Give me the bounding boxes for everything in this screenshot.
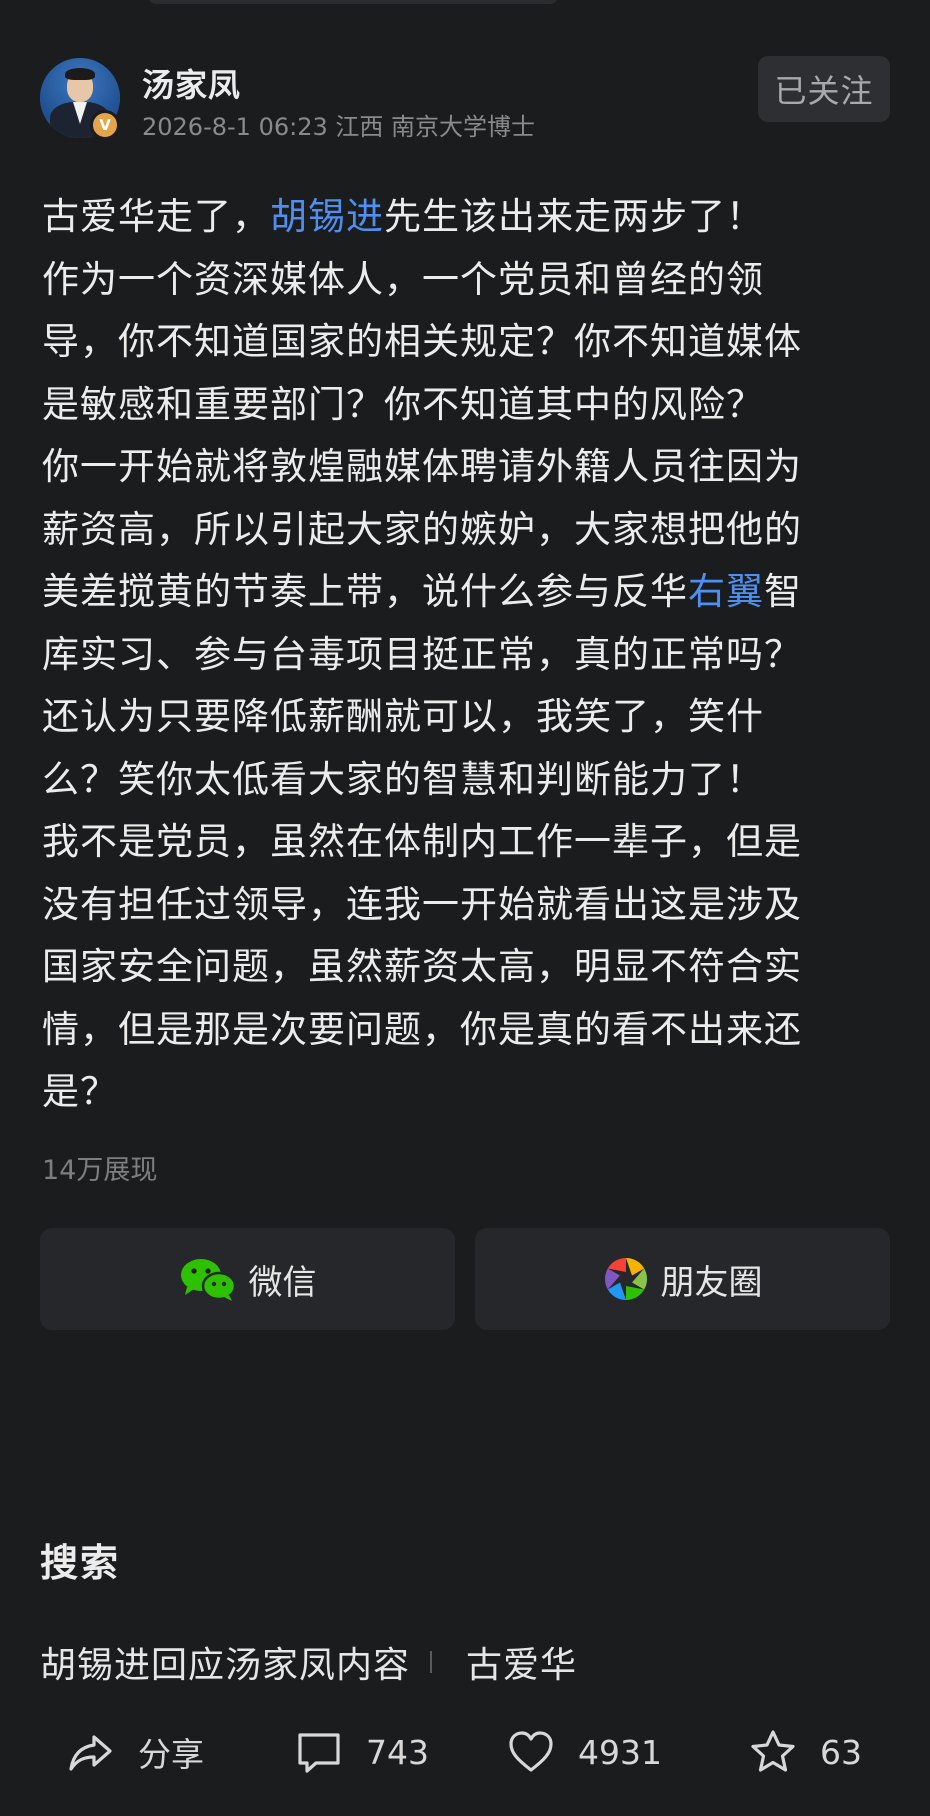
comment-action[interactable]: 743	[294, 1712, 429, 1792]
moments-icon	[604, 1258, 647, 1300]
post-text: 库实习、参与台毒项目挺正常，真的正常吗？	[42, 632, 802, 676]
comment-icon	[298, 1733, 340, 1773]
post-text: 国家安全问题，虽然薪资太高，明显不符合实	[42, 945, 802, 988]
post-text: 没有担任过领导，连我一开始就看出这是涉及	[42, 882, 802, 926]
post-body-line: 古爱华走了，胡锡进先生该出来走两步了！	[42, 186, 892, 249]
post-body-line: 美差搅黄的节奏上带，说什么参与反华右翼智	[42, 561, 892, 624]
favorite-action[interactable]: 63	[748, 1712, 862, 1792]
topic-link[interactable]: 右翼	[688, 570, 764, 613]
share-row: 微信 朋友圈	[40, 1228, 890, 1330]
post-text: 是敏感和重要部门？你不知道其中的风险？	[42, 382, 764, 426]
post-body-line: 情，但是那是次要问题，你是真的看不出来还	[42, 999, 892, 1062]
comment-count: 743	[366, 1732, 429, 1772]
post-body-line: 国家安全问题，虽然薪资太高，明显不符合实	[42, 936, 892, 999]
post-text: 是？	[42, 1070, 118, 1113]
share-moments-label: 朋友圈	[660, 1262, 763, 1303]
topic-link[interactable]: 胡锡进	[270, 195, 384, 238]
share-wechat-label: 微信	[248, 1262, 317, 1303]
share-moments-button[interactable]: 朋友圈	[475, 1228, 890, 1330]
follow-button[interactable]: 已关注	[758, 56, 890, 122]
post-body-line: 是敏感和重要部门？你不知道其中的风险？	[42, 374, 892, 437]
like-action[interactable]: 4931	[506, 1712, 662, 1792]
favorite-count: 63	[820, 1732, 862, 1772]
author-name[interactable]: 汤家凤	[142, 60, 241, 106]
post-text: 古爱华走了，	[42, 195, 270, 238]
wechat-icon	[180, 1259, 236, 1301]
share-action[interactable]: 分享	[66, 1712, 204, 1792]
post-text: 我不是党员，虽然在体制内工作一辈子，但是	[42, 820, 802, 863]
search-suggestion[interactable]: 古爱华	[466, 1636, 577, 1688]
post-body-line: 我不是党员，虽然在体制内工作一辈子，但是	[42, 811, 892, 874]
view-count: 14万展现	[42, 1155, 158, 1186]
search-suggestion[interactable]: 胡锡进回应汤家凤内容	[40, 1636, 410, 1688]
post-body: 古爱华走了，胡锡进先生该出来走两步了！ 作为一个资深媒体人，一个党员和曾经的领 导，…	[42, 186, 892, 1124]
post-text: 作为一个资深媒体人，一个党员和曾经的领	[42, 257, 764, 301]
post-header: V 汤家凤 2026-8-1 06:23 江西 南京大学博士 已关注	[40, 56, 890, 141]
like-count: 4931	[578, 1732, 662, 1772]
share-action-label: 分享	[138, 1735, 204, 1774]
post-text: 导，你不知道国家的相关规定？你不知道媒体	[42, 320, 802, 363]
verified-badge-icon: V	[90, 110, 120, 140]
post-body-line: 你一开始就将敦煌融媒体聘请外籍人员往因为	[42, 436, 892, 499]
post-text: 智	[764, 570, 802, 613]
post-body-line: 库实习、参与台毒项目挺正常，真的正常吗？	[42, 624, 892, 687]
share-icon	[69, 1735, 112, 1771]
bottom-action-bar: 分享 743 4931 63	[0, 1712, 930, 1792]
post-body-line: 导，你不知道国家的相关规定？你不知道媒体	[42, 311, 892, 374]
post-body-line: 薪资高，所以引起大家的嫉妒，大家想把他的	[42, 499, 892, 562]
post-text: 先生该出来走两步了！	[384, 195, 764, 238]
post-body-line: 还认为只要降低薪酬就可以，我笑了，笑什	[42, 686, 892, 749]
heart-icon	[509, 1731, 553, 1772]
post-body-line: 是？	[42, 1061, 892, 1124]
post-text: 情，但是那是次要问题，你是真的看不出来还	[42, 1007, 802, 1051]
post-body-line: 没有担任过领导，连我一开始就看出这是涉及	[42, 874, 892, 937]
post-meta: 2026-8-1 06:23 江西 南京大学博士	[142, 113, 535, 141]
post-text: 美差搅黄的节奏上带，说什么参与反华	[42, 570, 688, 613]
search-suggestions: 胡锡进回应汤家凤内容 古爱华	[40, 1634, 577, 1690]
post-body-line: 么？笑你太低看大家的智慧和判断能力了！	[42, 749, 892, 812]
post-text: 你一开始就将敦煌融媒体聘请外籍人员往因为	[42, 445, 802, 488]
post-text: 还认为只要降低薪酬就可以，我笑了，笑什	[42, 695, 764, 738]
post-text: 薪资高，所以引起大家的嫉妒，大家想把他的	[42, 507, 802, 551]
search-section-title: 搜索	[40, 1541, 121, 1585]
search-separator	[430, 1651, 433, 1673]
share-wechat-button[interactable]: 微信	[40, 1228, 455, 1330]
top-sheet-handle	[148, 0, 558, 4]
star-icon	[751, 1730, 795, 1772]
post-body-line: 作为一个资深媒体人，一个党员和曾经的领	[42, 249, 892, 312]
post-text: 么？笑你太低看大家的智慧和判断能力了！	[42, 757, 764, 801]
